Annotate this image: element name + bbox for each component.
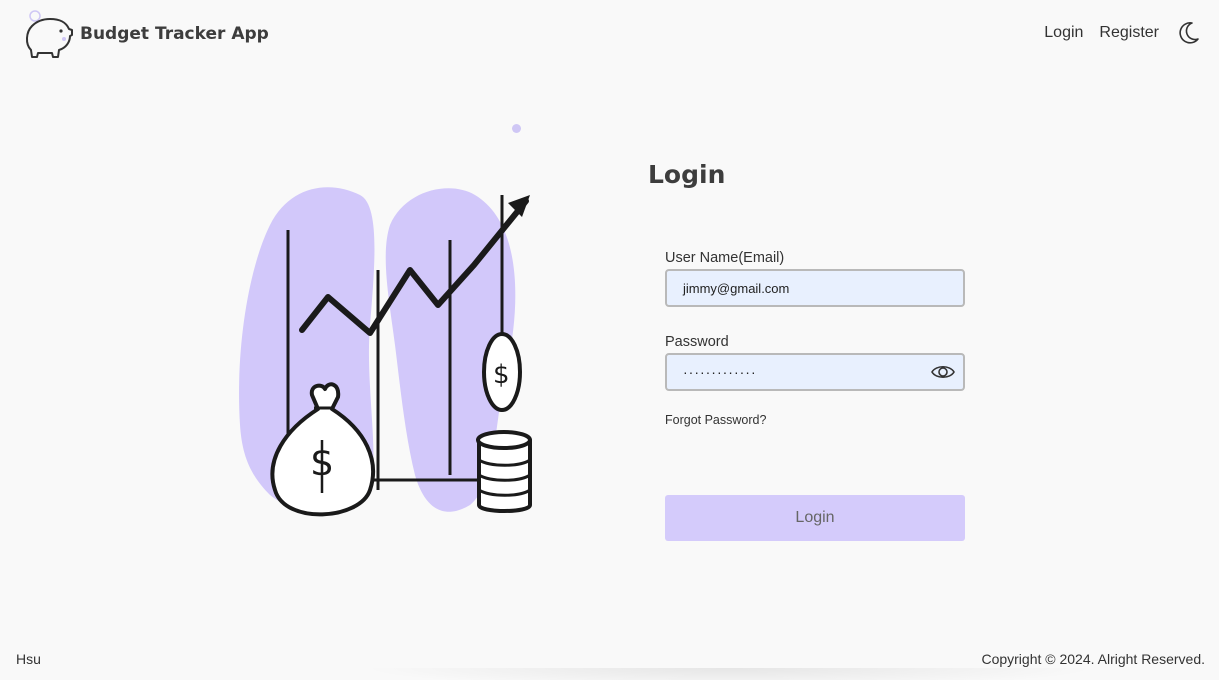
- password-label: Password: [665, 334, 729, 350]
- username-value: jimmy@gmail.com: [683, 280, 790, 296]
- forgot-password-link[interactable]: Forgot Password?: [665, 413, 766, 427]
- moon-icon[interactable]: [1175, 20, 1201, 46]
- login-button[interactable]: Login: [665, 495, 965, 541]
- piggy-bank-icon: [26, 10, 73, 58]
- header: Budget Tracker App Login Register: [0, 0, 1219, 66]
- nav-register-link[interactable]: Register: [1099, 24, 1159, 42]
- username-input[interactable]: jimmy@gmail.com: [665, 269, 965, 307]
- footer-shadow: [360, 668, 1100, 680]
- password-input[interactable]: ·············: [665, 353, 965, 391]
- password-value: ·············: [683, 364, 757, 380]
- username-label: User Name(Email): [665, 250, 785, 266]
- nav-login-link[interactable]: Login: [1044, 24, 1083, 42]
- app-name: Budget Tracker App: [80, 24, 269, 44]
- footer-copyright: Copyright © 2024. Alright Reserved.: [981, 651, 1205, 667]
- brand[interactable]: Budget Tracker App: [22, 8, 269, 60]
- finance-illustration: $ $: [239, 187, 532, 517]
- footer-author: Hsu: [16, 651, 41, 667]
- eye-icon[interactable]: [931, 362, 955, 382]
- svg-text:$: $: [493, 360, 510, 390]
- page-title: Login: [648, 160, 726, 189]
- top-nav: Login Register: [1044, 20, 1201, 46]
